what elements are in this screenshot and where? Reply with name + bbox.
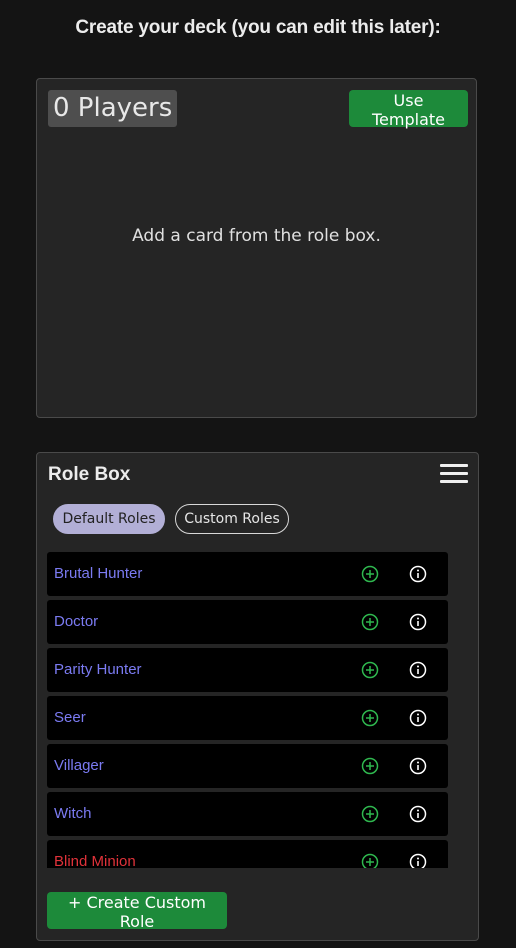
role-row: Brutal Hunter — [47, 552, 448, 596]
hamburger-menu-icon[interactable] — [440, 464, 468, 484]
role-row: Witch — [47, 792, 448, 836]
info-circle-icon[interactable] — [409, 709, 427, 727]
info-circle-icon[interactable] — [409, 613, 427, 631]
plus-circle-icon[interactable] — [361, 757, 379, 775]
info-circle-icon[interactable] — [409, 661, 427, 679]
plus-circle-icon[interactable] — [361, 853, 379, 868]
plus-circle-icon[interactable] — [361, 613, 379, 631]
role-row: Villager — [47, 744, 448, 788]
role-row: Blind Minion — [47, 840, 448, 868]
tab-custom-roles[interactable]: Custom Roles — [175, 504, 289, 534]
page-heading: Create your deck (you can edit this late… — [75, 17, 441, 38]
info-circle-icon[interactable] — [409, 565, 427, 583]
deck-panel: 0 Players Use Template Add a card from t… — [36, 78, 477, 418]
role-box-panel: Role Box Default Roles Custom Roles Brut… — [36, 452, 479, 941]
empty-deck-message: Add a card from the role box. — [132, 226, 381, 246]
role-row: Doctor — [47, 600, 448, 644]
create-custom-role-button[interactable]: + Create Custom Role — [47, 892, 227, 931]
role-name: Villager — [54, 757, 104, 774]
role-name: Brutal Hunter — [54, 565, 143, 582]
plus-circle-icon[interactable] — [361, 709, 379, 727]
info-circle-icon[interactable] — [409, 805, 427, 823]
use-template-button[interactable]: Use Template — [349, 90, 468, 129]
role-name: Doctor — [54, 613, 99, 630]
plus-circle-icon[interactable] — [361, 661, 379, 679]
role-name: Parity Hunter — [54, 661, 142, 678]
role-row: Parity Hunter — [47, 648, 448, 692]
info-circle-icon[interactable] — [409, 757, 427, 775]
plus-circle-icon[interactable] — [361, 805, 379, 823]
info-circle-icon[interactable] — [409, 853, 427, 868]
tab-default-roles[interactable]: Default Roles — [53, 504, 165, 534]
role-name: Blind Minion — [54, 853, 136, 868]
role-row: Seer — [47, 696, 448, 740]
role-list[interactable]: Brutal Hunter Doctor Parity Hunter Seer Vill… — [47, 552, 448, 868]
role-name: Witch — [54, 805, 92, 822]
plus-circle-icon[interactable] — [361, 565, 379, 583]
player-count: 0 Players — [48, 90, 178, 127]
role-box-title: Role Box — [48, 464, 131, 485]
role-name: Seer — [54, 709, 86, 726]
